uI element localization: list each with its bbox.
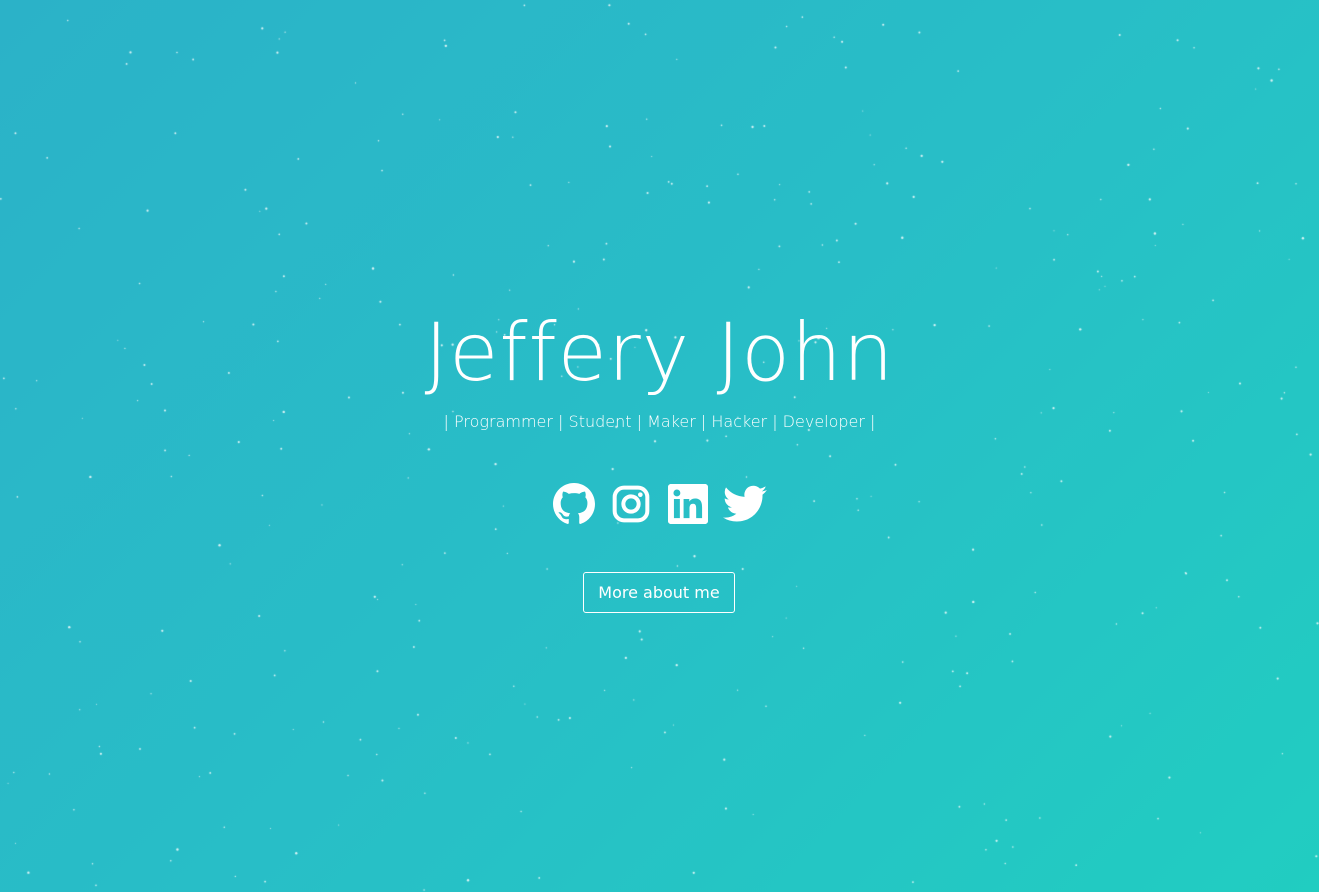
- linkedin-icon: [668, 484, 708, 524]
- twitter-link[interactable]: [723, 481, 767, 527]
- social-links: [0, 480, 1319, 528]
- hero-section: Jeffery John | Programmer | Student | Ma…: [0, 0, 1319, 892]
- github-icon: [553, 483, 595, 525]
- instagram-icon: [611, 484, 651, 524]
- twitter-icon: [723, 485, 767, 523]
- instagram-link[interactable]: [610, 481, 652, 527]
- github-link[interactable]: [553, 481, 595, 527]
- hero-tagline: | Programmer | Student | Maker | Hacker …: [443, 412, 876, 431]
- hero-name: Jeffery John: [424, 306, 895, 399]
- more-about-me-button[interactable]: More about me: [583, 572, 735, 613]
- linkedin-link[interactable]: [667, 481, 709, 527]
